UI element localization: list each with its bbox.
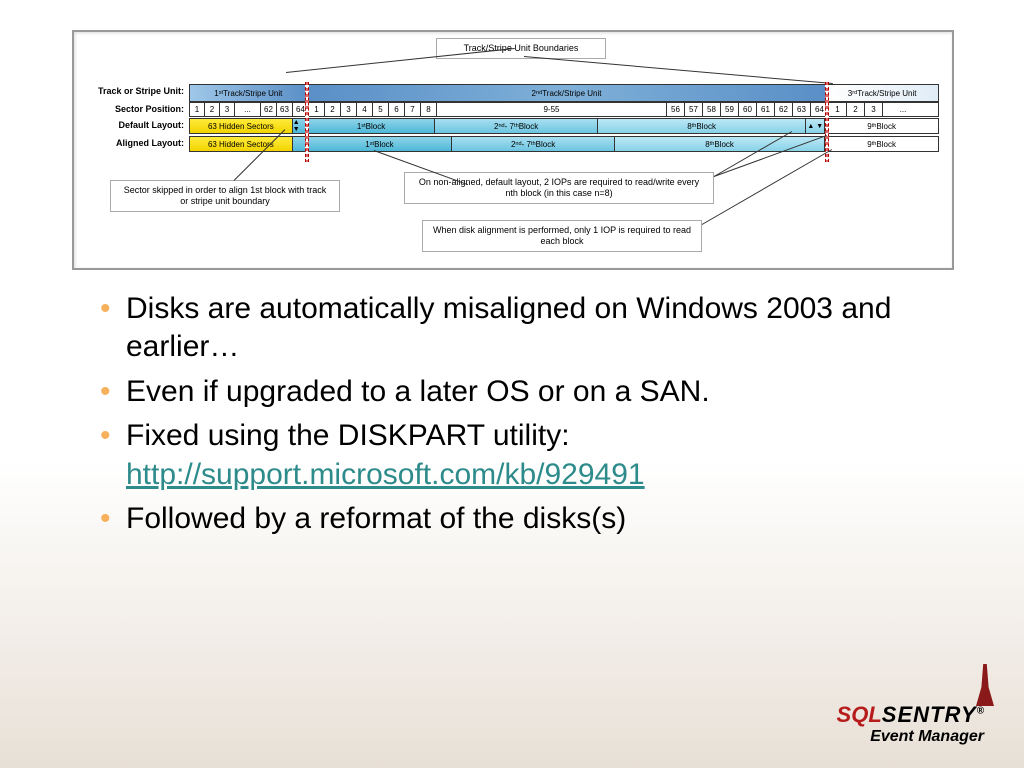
default-block-8: 8th Block [598,119,806,133]
aligned-hidden-sectors: 63 Hidden Sectors [190,137,293,151]
bullet-list: Disks are automatically misaligned on Wi… [90,290,910,544]
callout-non-aligned: On non-aligned, default layout, 2 IOPs a… [404,172,714,204]
bullet-text: Disks are automatically misaligned on Wi… [126,292,891,363]
logo-subtitle: Event Manager [837,728,984,746]
bullet-item: Fixed using the DISKPART utility: http:/… [90,417,910,494]
callout-sector-skipped: Sector skipped in order to align 1st blo… [110,180,340,212]
label-sector-row: Sector Position: [79,104,184,114]
label-track-row: Track or Stripe Unit: [79,86,184,96]
track-unit-2: 2nd Track/Stripe Unit [308,85,827,101]
bullet-item: Disks are automatically misaligned on Wi… [90,290,910,367]
kb-link[interactable]: http://support.microsoft.com/kb/929491 [126,458,645,491]
logo-registered-icon: ® [977,706,984,717]
track-unit-3: 3rd Track/Stripe Unit [826,85,938,101]
aligned-block-8: 8th Block [615,137,825,151]
default-block-9: 9th Block [825,119,938,133]
callout-track-boundaries: Track/Stripe Unit Boundaries [436,38,606,59]
aligned-block-9: 9th Block [825,137,938,151]
aligned-block-1: 1st Block [308,137,453,151]
logo-text-sql: SQL [837,702,882,727]
label-aligned-row: Aligned Layout: [79,138,184,148]
disk-alignment-diagram: Track/Stripe Unit Boundaries Track or St… [72,30,954,270]
sqlsentry-logo: SQLSENTRY® Event Manager [837,702,984,746]
callout-aligned: When disk alignment is performed, only 1… [422,220,702,252]
aligned-block-2-7: 2nd - 7th Block [452,137,615,151]
default-block-1: 1st Block [308,119,436,133]
bullet-text: Fixed using the DISKPART utility: [126,419,570,452]
bullet-text: Followed by a reformat of the disks(s) [126,502,626,535]
boundary-marker-1 [305,82,309,162]
label-default-row: Default Layout: [79,120,184,130]
bullet-item: Followed by a reformat of the disks(s) [90,500,910,538]
default-block-2-7: 2nd - 7th Block [435,119,598,133]
default-hidden-sectors: 63 Hidden Sectors [190,119,293,133]
logo-figure-icon [976,664,994,706]
bullet-text: Even if upgraded to a later OS or on a S… [126,375,710,408]
logo-text-sentry: SENTRY [882,702,977,727]
track-unit-1: 1st Track/Stripe Unit [190,85,308,101]
bullet-item: Even if upgraded to a later OS or on a S… [90,373,910,411]
